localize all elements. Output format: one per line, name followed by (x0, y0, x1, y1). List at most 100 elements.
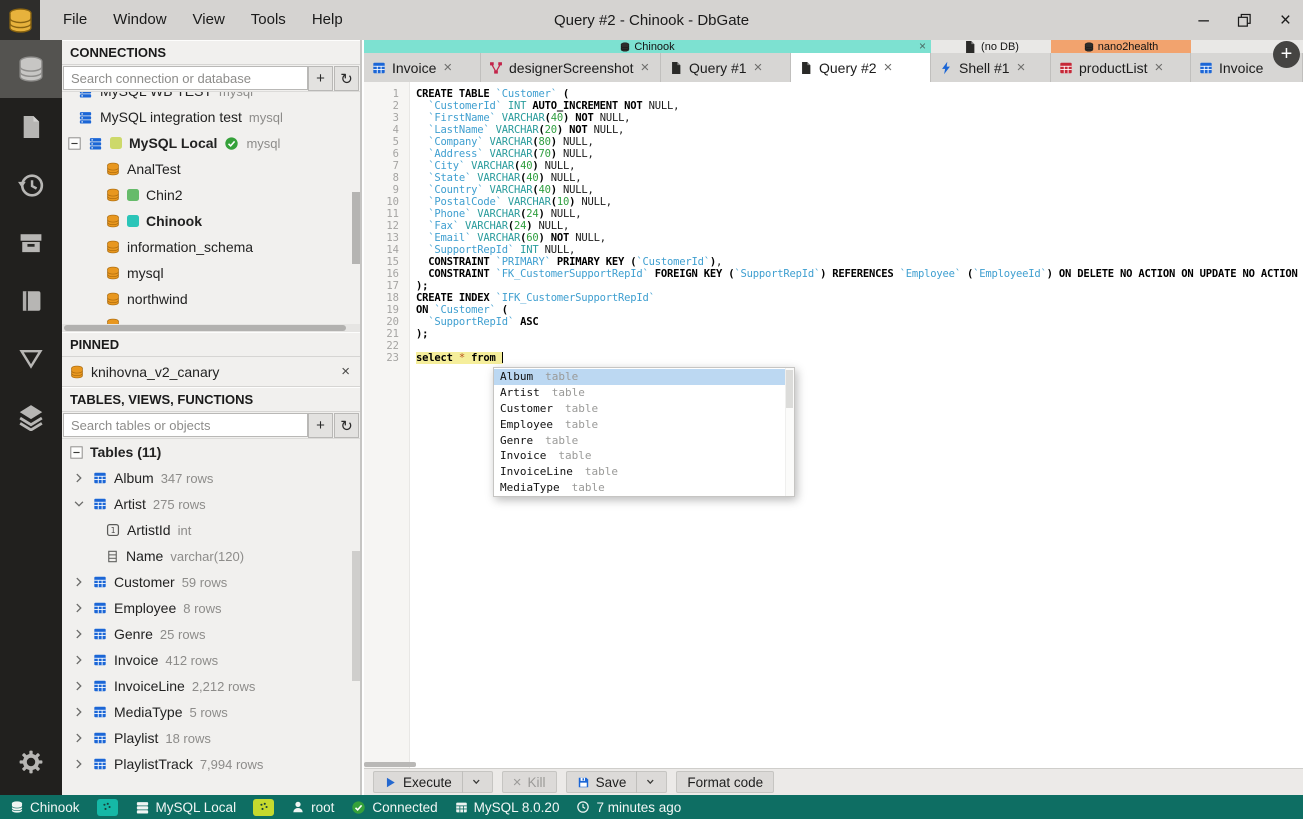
autocomplete-item[interactable]: Customer table (494, 401, 794, 417)
tab-query-#2[interactable]: Query #2 × (791, 53, 931, 82)
connections-search-input[interactable] (63, 66, 308, 90)
minimize-button[interactable]: – (1198, 11, 1209, 30)
tab-close-button[interactable]: × (754, 59, 763, 76)
statusbar-item-color[interactable] (96, 798, 118, 816)
menu-window[interactable]: Window (100, 0, 179, 40)
expand-chevron-icon[interactable] (72, 575, 86, 589)
expand-chevron-icon[interactable] (72, 653, 86, 667)
tab-close-button[interactable]: × (884, 59, 893, 76)
menu-view[interactable]: View (180, 0, 238, 40)
tab-query-#1[interactable]: Query #1 × (661, 53, 791, 82)
menu-help[interactable]: Help (299, 0, 356, 40)
autocomplete-item[interactable]: Album table (494, 369, 794, 385)
tab-close-button[interactable]: × (1154, 59, 1163, 76)
pinned-item[interactable]: knihovna_v2_canary × (62, 357, 360, 387)
color-swatch[interactable] (253, 798, 275, 816)
add-connection-button[interactable]: + (308, 66, 333, 91)
autocomplete-item[interactable]: Artist table (494, 385, 794, 401)
table-item[interactable]: Album 347 rows (62, 465, 360, 491)
connections-hscrollbar[interactable] (62, 324, 360, 332)
connection-item[interactable]: MySQL WB TEST mysql (62, 92, 360, 104)
expand-chevron-icon[interactable] (72, 757, 86, 771)
autocomplete-item[interactable]: MediaType table (494, 480, 794, 496)
tab-close-button[interactable]: × (1017, 59, 1026, 76)
menu-tools[interactable]: Tools (238, 0, 299, 40)
connection-item[interactable]: MySQL integration test mysql (62, 104, 360, 130)
format-code-button[interactable]: Format code (676, 771, 775, 793)
objects-vscrollbar-thumb[interactable] (352, 551, 360, 681)
editor-hscrollbar-thumb[interactable] (364, 762, 416, 767)
restore-button[interactable] (1237, 13, 1252, 28)
tab-invoice[interactable]: Invoice × (364, 53, 481, 82)
table-item[interactable]: MediaType 5 rows (62, 699, 360, 725)
refresh-objects-button[interactable]: ↻ (334, 413, 359, 438)
save-button[interactable]: Save (565, 771, 668, 793)
table-item[interactable]: Employee 8 rows (62, 595, 360, 621)
statusbar-item-mysql-local[interactable]: MySQL Local (135, 800, 236, 815)
tab-group-Chinook[interactable]: Chinook × (364, 40, 931, 53)
refresh-connections-button[interactable]: ↻ (334, 66, 359, 91)
objects-search-input[interactable] (63, 413, 308, 437)
tab-designerscreenshot[interactable]: designerScreenshot × (481, 53, 661, 82)
autocomplete-item[interactable]: Invoice table (494, 448, 794, 464)
statusbar-item-mysql-8-0-20[interactable]: MySQL 8.0.20 (455, 800, 559, 815)
column-item[interactable]: Name varchar(120) (62, 543, 360, 569)
activity-database[interactable] (0, 40, 62, 98)
expand-chevron-icon[interactable] (72, 705, 86, 719)
activity-layers[interactable] (0, 388, 62, 446)
connection-item[interactable]: MySQL Local mysql (62, 130, 360, 156)
activity-funnel[interactable] (0, 330, 62, 388)
statusbar-item-7-minutes-ago[interactable]: 7 minutes ago (576, 800, 681, 815)
autocomplete-scrollbar[interactable] (785, 368, 794, 497)
autocomplete-scrollbar-thumb[interactable] (786, 370, 793, 408)
table-item[interactable]: Artist 275 rows (62, 491, 360, 517)
connections-vscrollbar[interactable] (352, 92, 360, 324)
expand-chevron-icon[interactable] (72, 471, 86, 485)
button-main[interactable]: Execute (374, 775, 462, 790)
database-item[interactable]: AnalTest (62, 156, 360, 182)
database-item[interactable]: information_schema (62, 234, 360, 260)
expand-chevron-icon[interactable] (72, 627, 86, 641)
database-item[interactable]: northwind (62, 286, 360, 312)
objects-vscrollbar[interactable] (352, 439, 360, 795)
table-item[interactable]: Invoice 412 rows (62, 647, 360, 673)
connections-hscrollbar-thumb[interactable] (64, 325, 346, 331)
activity-book[interactable] (0, 272, 62, 330)
tab-close-button[interactable]: × (641, 59, 650, 76)
database-item[interactable]: mysql (62, 260, 360, 286)
activity-archive[interactable] (0, 214, 62, 272)
button-dropdown-arrow[interactable] (637, 776, 666, 789)
expand-chevron-icon[interactable] (72, 601, 86, 615)
tab-group-(no DB)[interactable]: (no DB) (931, 40, 1051, 53)
add-object-button[interactable]: + (308, 413, 333, 438)
database-item[interactable]: Chinook (62, 208, 360, 234)
tab-group-nano2health[interactable]: nano2health (1051, 40, 1191, 53)
activity-history[interactable] (0, 156, 62, 214)
close-window-button[interactable]: × (1280, 11, 1291, 30)
expand-chevron-icon[interactable] (72, 731, 86, 745)
column-item[interactable]: 1 ArtistId int (62, 517, 360, 543)
table-item[interactable]: PlaylistTrack 7,994 rows (62, 751, 360, 777)
expand-chevron-icon[interactable] (72, 679, 86, 693)
database-item[interactable]: Chin2 (62, 182, 360, 208)
autocomplete-item[interactable]: InvoiceLine table (494, 464, 794, 480)
unpin-button[interactable]: × (341, 363, 350, 380)
table-item[interactable]: InvoiceLine 2,212 rows (62, 673, 360, 699)
color-swatch[interactable] (96, 798, 118, 816)
statusbar-item-connected[interactable]: Connected (351, 800, 438, 815)
tables-root-node[interactable]: Tables (11) (62, 439, 360, 465)
connections-vscrollbar-thumb[interactable] (352, 192, 360, 264)
statusbar-item-color[interactable] (253, 798, 275, 816)
new-tab-button[interactable]: + (1273, 41, 1300, 68)
tab-group-close-button[interactable]: × (919, 40, 926, 53)
statusbar-item-chinook[interactable]: Chinook (10, 800, 80, 815)
tab-close-button[interactable]: × (443, 59, 452, 76)
button-main[interactable]: Format code (677, 775, 773, 790)
activity-file[interactable] (0, 98, 62, 156)
activity-settings[interactable] (0, 733, 62, 791)
tab-shell-#1[interactable]: Shell #1 × (931, 53, 1051, 82)
execute-button[interactable]: Execute (373, 771, 493, 793)
button-main[interactable]: Save (567, 775, 637, 790)
table-item[interactable]: Playlist 18 rows (62, 725, 360, 751)
table-item[interactable]: Genre 25 rows (62, 621, 360, 647)
